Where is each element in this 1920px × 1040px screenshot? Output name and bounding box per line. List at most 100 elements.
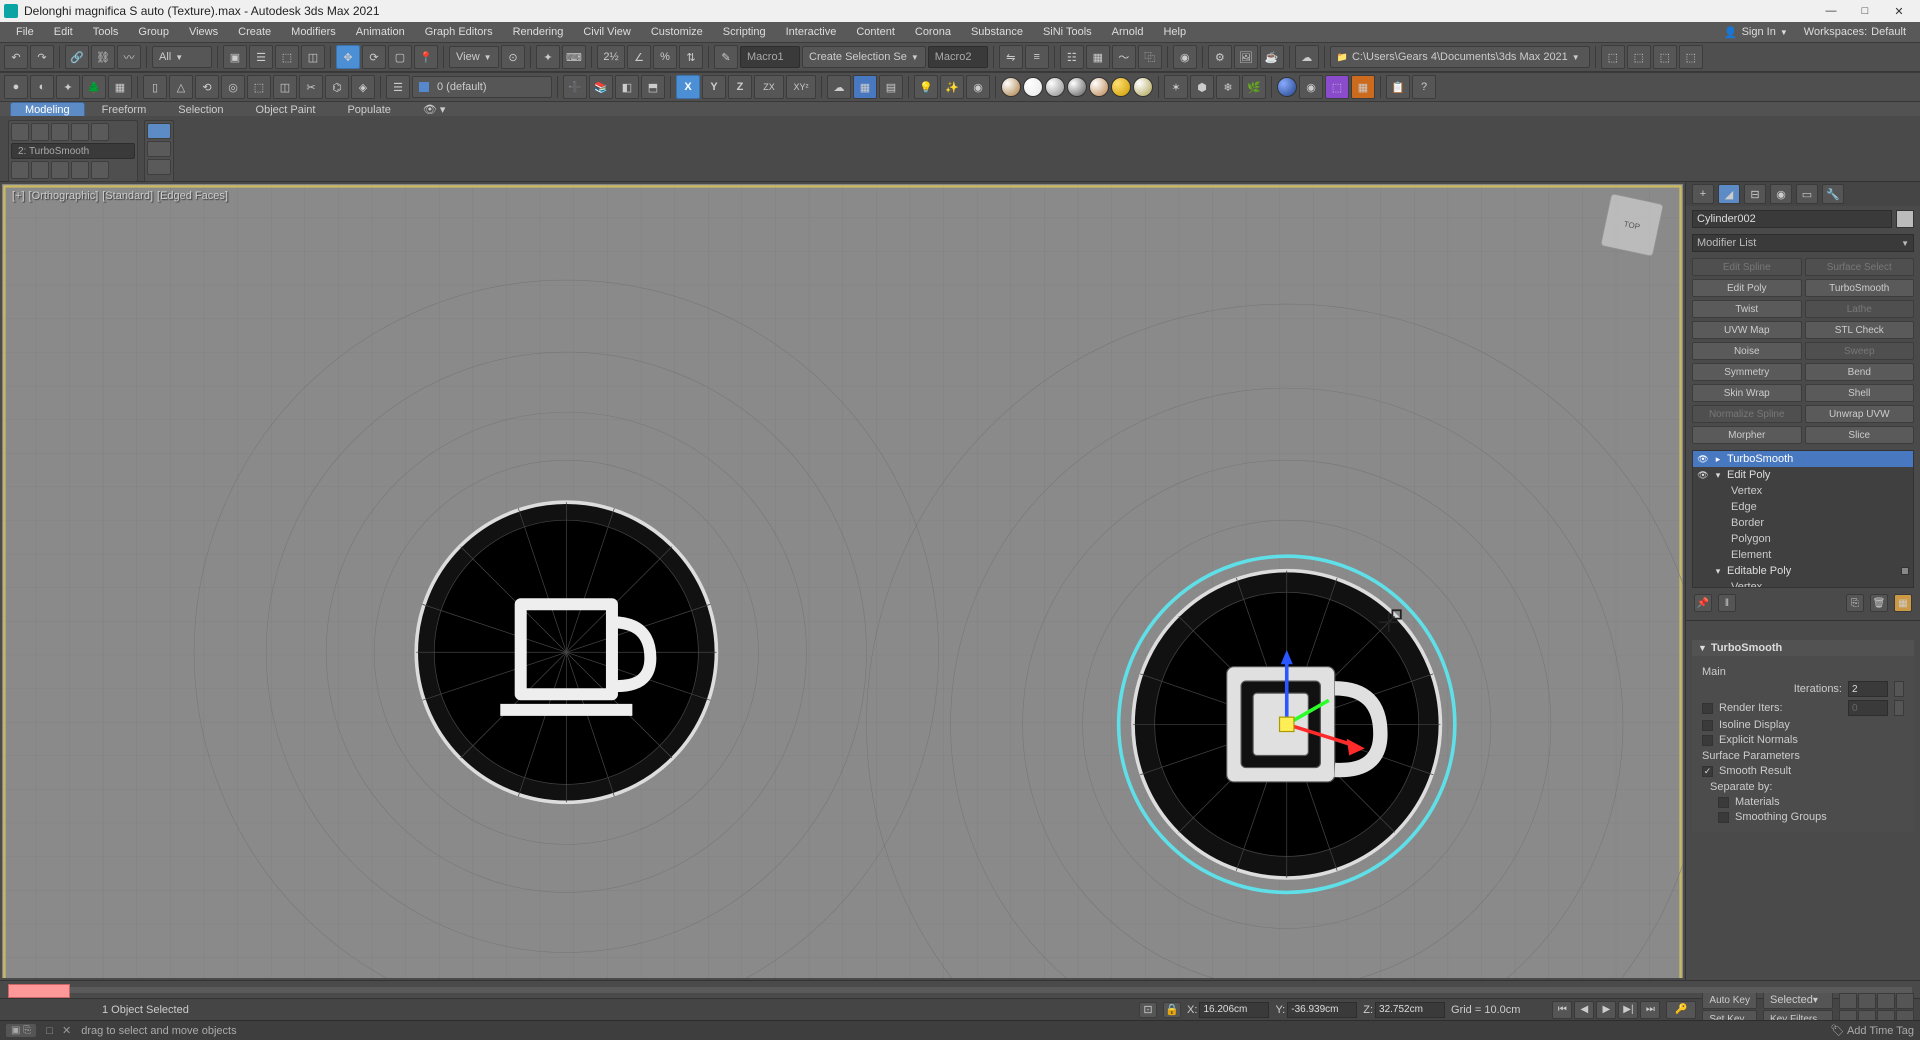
time-slider[interactable] <box>8 987 1912 993</box>
extra-tool-3[interactable]: ⬚ <box>1653 45 1677 69</box>
poly-tool-1[interactable] <box>11 161 29 179</box>
nav-zoom-extents[interactable] <box>1877 993 1895 1009</box>
pin-stack-button[interactable]: 📌 <box>1694 594 1712 612</box>
stack-modifier-edit-poly[interactable]: 👁▾Edit Poly <box>1693 467 1913 483</box>
next-frame-button[interactable]: ▶| <box>1618 1001 1638 1019</box>
show-end-result-button[interactable]: ‖ <box>1718 594 1736 612</box>
project-folder-dropdown[interactable]: 📁C:\Users\Gears 4\Documents\3ds Max 2021… <box>1330 46 1590 68</box>
obj-tool-5[interactable]: ▦ <box>108 75 132 99</box>
modifier-button-uvw-map[interactable]: UVW Map <box>1692 321 1802 339</box>
obj-tool-1[interactable]: ● <box>4 75 28 99</box>
script-listener-tab[interactable]: ▣ ⎘ <box>6 1024 36 1037</box>
isoline-checkbox[interactable] <box>1702 720 1713 731</box>
make-unique-button[interactable]: ⎘ <box>1846 594 1864 612</box>
add-time-tag-button[interactable]: 🏷 Add Time Tag <box>1831 1024 1914 1037</box>
viewport-label[interactable]: [+][Orthographic][Standard][Edged Faces] <box>12 190 232 202</box>
modifier-button-skin-wrap[interactable]: Skin Wrap <box>1692 384 1802 402</box>
modifier-button-unwrap-uvw[interactable]: Unwrap UVW <box>1805 405 1915 423</box>
misc-tool-3[interactable]: ▤ <box>879 75 903 99</box>
mirror-button[interactable]: ⇋ <box>999 45 1023 69</box>
obj-tool-11[interactable]: ◫ <box>273 75 297 99</box>
layer-btn-3[interactable]: ◧ <box>615 75 639 99</box>
extra-tool-2[interactable]: ⬚ <box>1627 45 1651 69</box>
snap-percent-button[interactable]: % <box>653 45 677 69</box>
modifier-button-morpher[interactable]: Morpher <box>1692 426 1802 444</box>
render-iters-spinner[interactable]: 0 <box>1848 700 1888 716</box>
undo-button[interactable]: ↶ <box>4 45 28 69</box>
material-sphere-2[interactable] <box>1023 77 1043 97</box>
material-sphere-1[interactable] <box>1001 77 1021 97</box>
help-tool-1[interactable]: 📋 <box>1386 75 1410 99</box>
modifier-level-field[interactable]: 2: TurboSmooth <box>11 143 135 159</box>
subobj-vertex-button[interactable] <box>11 123 29 141</box>
tab-utilities[interactable]: 🔧 <box>1822 184 1844 204</box>
manipulate-button[interactable]: ✦ <box>536 45 560 69</box>
menu-rendering[interactable]: Rendering <box>503 22 574 42</box>
poly-tool-4[interactable] <box>71 161 89 179</box>
stack-subobject-edge[interactable]: Edge <box>1693 499 1913 515</box>
tab-hierarchy[interactable]: ⊟ <box>1744 184 1766 204</box>
modifier-list-dropdown[interactable]: Modifier List▼ <box>1692 234 1914 252</box>
misc-tool-2[interactable]: ▦ <box>853 75 877 99</box>
view-cube[interactable]: TOP <box>1600 193 1664 257</box>
unlink-button[interactable]: ⛓ <box>91 45 115 69</box>
nav-zoom-all[interactable] <box>1858 993 1876 1009</box>
render-iters-checkbox[interactable] <box>1702 703 1713 714</box>
smooth-result-checkbox[interactable] <box>1702 766 1713 777</box>
select-rect-button[interactable]: ⬚ <box>275 45 299 69</box>
corona-tool-5[interactable]: ◉ <box>1299 75 1323 99</box>
obj-tool-10[interactable]: ⬚ <box>247 75 271 99</box>
modifier-button-stl-check[interactable]: STL Check <box>1805 321 1915 339</box>
menu-corona[interactable]: Corona <box>905 22 961 42</box>
layer-btn-4[interactable]: ⬒ <box>641 75 665 99</box>
ribbon-tab-object-paint[interactable]: Object Paint <box>241 102 331 116</box>
prev-frame-button[interactable]: ◀ <box>1574 1001 1594 1019</box>
stack-subobject-vertex[interactable]: Vertex <box>1693 483 1913 499</box>
poly-tool-2[interactable] <box>31 161 49 179</box>
stack-subobject-border[interactable]: Border <box>1693 515 1913 531</box>
obj-tool-9[interactable]: ◎ <box>221 75 245 99</box>
y-input[interactable] <box>1287 1002 1357 1018</box>
material-editor-button[interactable]: ◉ <box>1173 45 1197 69</box>
align-button[interactable]: ≡ <box>1025 45 1049 69</box>
stack-subobject-element[interactable]: Element <box>1693 547 1913 563</box>
modifier-button-bend[interactable]: Bend <box>1805 363 1915 381</box>
layer-dropdown[interactable]: 0 (default) <box>412 76 552 98</box>
menu-views[interactable]: Views <box>179 22 228 42</box>
corona-tool-1[interactable]: ✶ <box>1164 75 1188 99</box>
material-sphere-3[interactable] <box>1045 77 1065 97</box>
x-input[interactable] <box>1199 1002 1269 1018</box>
ribbon-collapse-2[interactable] <box>147 141 171 157</box>
menu-animation[interactable]: Animation <box>346 22 415 42</box>
obj-tool-3[interactable]: ✦ <box>56 75 80 99</box>
menu-scripting[interactable]: Scripting <box>713 22 776 42</box>
modifier-button-turbosmooth[interactable]: TurboSmooth <box>1805 279 1915 297</box>
obj-tool-14[interactable]: ◈ <box>351 75 375 99</box>
obj-tool-2[interactable]: ◐ <box>30 75 54 99</box>
axis-y-button[interactable]: Y <box>702 75 726 99</box>
axis-zx-button[interactable]: ZX <box>754 75 784 99</box>
open-autodesk-button[interactable]: ☁ <box>1295 45 1319 69</box>
layer-tool-1[interactable]: ☰ <box>386 75 410 99</box>
obj-tool-8[interactable]: ⟲ <box>195 75 219 99</box>
key-filters-selected[interactable]: Selected ▾ <box>1763 991 1833 1009</box>
modifier-stack[interactable]: 👁▸TurboSmooth👁▾Edit PolyVertexEdgeBorder… <box>1692 450 1914 588</box>
ribbon-collapse-1[interactable] <box>147 123 171 139</box>
menu-customize[interactable]: Customize <box>641 22 713 42</box>
minimize-button[interactable]: — <box>1814 0 1848 22</box>
corona-tool-7[interactable]: ▦ <box>1351 75 1375 99</box>
modifier-button-shell[interactable]: Shell <box>1805 384 1915 402</box>
menu-graph-editors[interactable]: Graph Editors <box>415 22 503 42</box>
tab-create[interactable]: + <box>1692 184 1714 204</box>
corona-tool-4[interactable]: 🌿 <box>1242 75 1266 99</box>
tab-display[interactable]: ▭ <box>1796 184 1818 204</box>
key-mode-button[interactable]: 🔑 <box>1666 1001 1696 1019</box>
corona-tool-3[interactable]: ❄ <box>1216 75 1240 99</box>
goto-end-button[interactable]: ⏭ <box>1640 1001 1660 1019</box>
modifier-button-edit-poly[interactable]: Edit Poly <box>1692 279 1802 297</box>
subobj-border-button[interactable] <box>51 123 69 141</box>
render-iters-spin-buttons[interactable] <box>1894 700 1904 716</box>
auto-key-button[interactable]: Auto Key <box>1702 991 1757 1009</box>
stack-subobject-polygon[interactable]: Polygon <box>1693 531 1913 547</box>
menu-arnold[interactable]: Arnold <box>1102 22 1154 42</box>
